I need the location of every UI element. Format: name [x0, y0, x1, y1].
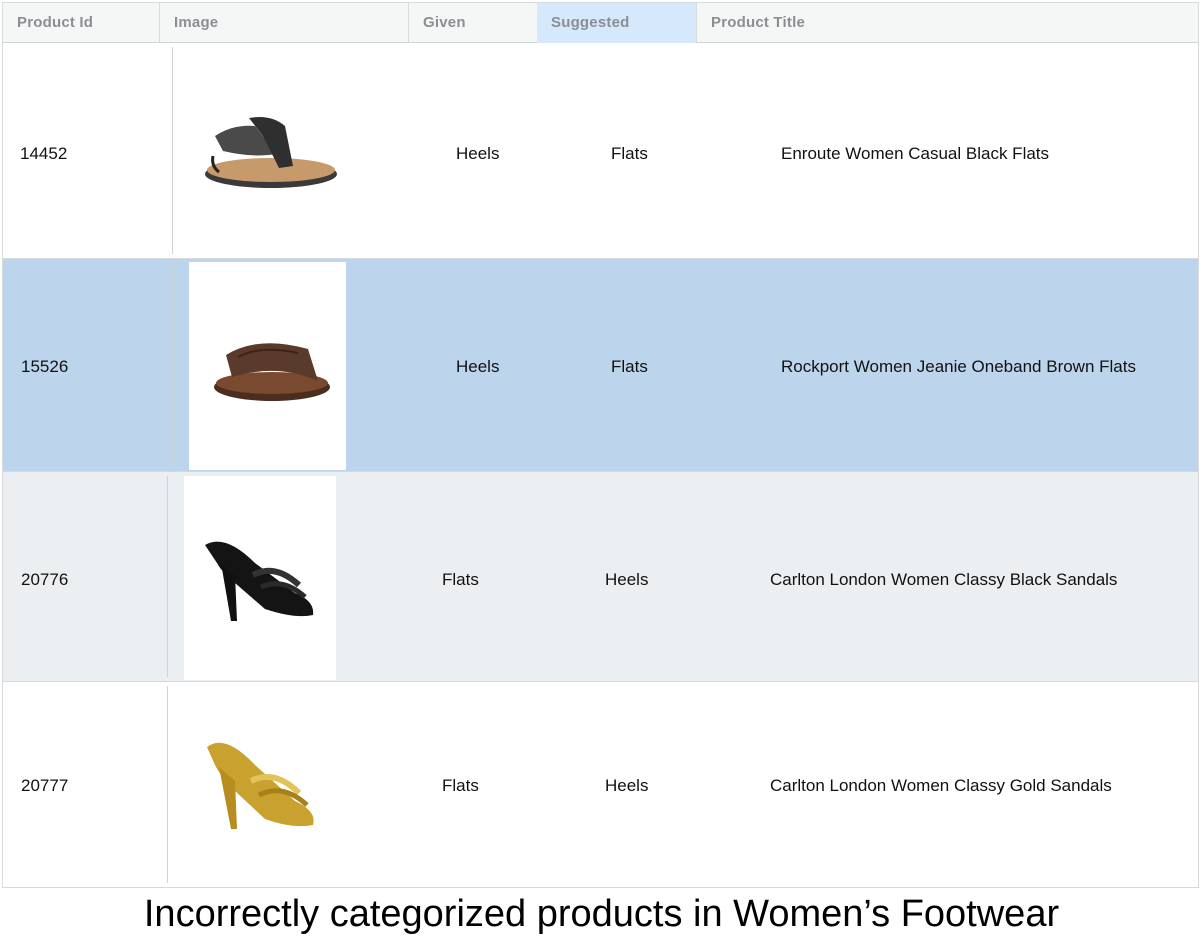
figure-caption: Incorrectly categorized products in Wome… — [143, 893, 1060, 935]
given-category: Heels — [456, 357, 500, 376]
given-category: Heels — [456, 144, 500, 163]
black-heeled-sandal-image — [205, 541, 314, 621]
product-image — [188, 63, 348, 239]
black-flat-thong-sandal-image — [205, 117, 337, 188]
table-row[interactable]: 14452 Heels Flats Enroute Women Casual B… — [3, 43, 1198, 259]
given-category: Flats — [442, 776, 479, 795]
header-given[interactable]: Given — [408, 3, 537, 43]
product-title: Enroute Women Casual Black Flats — [781, 144, 1050, 163]
table-header: Product Id Image Given Suggested Product… — [3, 2, 1198, 43]
suggested-category: Heels — [605, 570, 649, 589]
header-suggested[interactable]: Suggested — [537, 3, 696, 43]
product-id-cell: 15526 — [21, 357, 69, 376]
suggested-category: Flats — [611, 357, 648, 376]
product-id-cell: 20777 — [21, 776, 69, 795]
product-id-cell: 14452 — [20, 144, 68, 163]
product-id-cell: 20776 — [21, 570, 69, 589]
gold-heeled-sandal-image — [207, 742, 314, 829]
header-product-title[interactable]: Product Title — [696, 3, 1198, 43]
product-table: Product Id Image Given Suggested Product… — [2, 2, 1199, 888]
product-image — [189, 262, 346, 470]
table-row[interactable]: 20776 Flats Heels Carlton London Women C… — [3, 472, 1198, 682]
suggested-category: Heels — [605, 776, 649, 795]
given-category: Flats — [442, 570, 479, 589]
header-image[interactable]: Image — [159, 3, 408, 43]
brown-oneband-slide-image — [213, 343, 330, 401]
table-row-selected[interactable]: 15526 Heels Flats Rockport Women Jeanie … — [3, 259, 1198, 472]
product-title: Carlton London Women Classy Black Sandal… — [770, 570, 1118, 589]
suggested-category: Flats — [611, 144, 648, 163]
table-row[interactable]: 20777 Flats Heels Carlton London Women C… — [3, 682, 1198, 888]
product-image — [184, 476, 336, 680]
product-title: Rockport Women Jeanie Oneband Brown Flat… — [781, 357, 1136, 376]
header-product-id[interactable]: Product Id — [3, 3, 159, 43]
product-image — [184, 692, 336, 878]
product-title: Carlton London Women Classy Gold Sandals — [770, 776, 1112, 795]
